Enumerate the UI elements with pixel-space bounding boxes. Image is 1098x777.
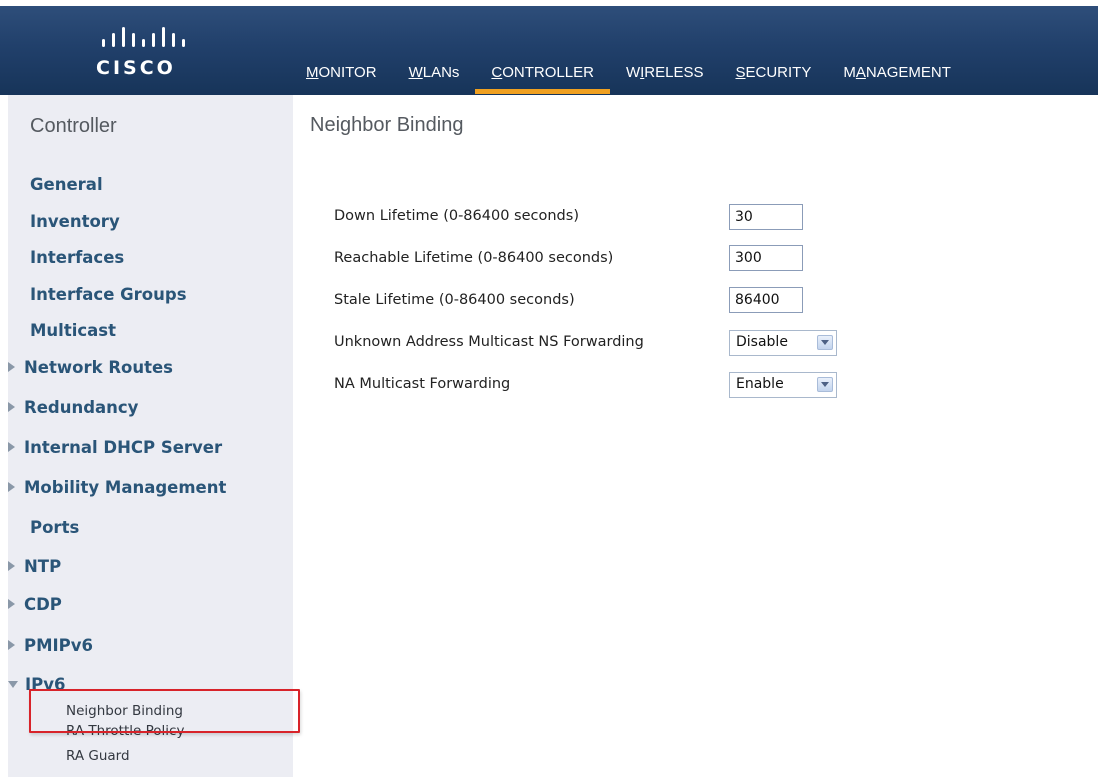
nav-wlans-mnemonic: W [408,64,423,81]
sidebar-subitem-label: RA Guard [66,748,130,764]
cisco-bars-icon [102,27,185,47]
nav-wireless-label-start: W [625,64,641,81]
na-multicast-forwarding-label: NA Multicast Forwarding [334,376,511,392]
nav-wireless-label-end: RELESS [644,64,704,81]
top-header: CISCO MONITOR WLANs CONTROLLER WIRELESS … [0,0,1098,95]
select-value: Disable [736,334,788,350]
sidebar-item-label: Redundancy [24,398,139,417]
sidebar-item-general[interactable]: General [30,175,103,194]
cisco-logo: CISCO [96,25,216,85]
dropdown-arrow-icon[interactable] [817,377,833,392]
sidebar-item-internal-dhcp-server[interactable]: Internal DHCP Server [8,438,222,457]
sidebar-item-redundancy[interactable]: Redundancy [8,398,138,417]
sidebar-item-cdp[interactable]: CDP [8,595,62,614]
sidebar-item-ntp[interactable]: NTP [8,557,61,576]
expand-arrow-icon [8,561,15,571]
sidebar-title: Controller [30,115,117,137]
nav-monitor-label: ONITOR [318,64,377,81]
expand-arrow-icon [8,599,15,609]
sidebar-item-pmipv6[interactable]: PMIPv6 [8,636,93,655]
nav-wireless[interactable]: WIRELESS [626,63,704,93]
sidebar-item-label: Network Routes [24,358,174,377]
unknown-address-multicast-ns-forwarding-label: Unknown Address Multicast NS Forwarding [334,334,644,350]
nav-management[interactable]: MANAGEMENT [843,63,951,93]
select-value: Enable [736,376,784,392]
nav-monitor[interactable]: MONITOR [306,63,377,93]
unknown-address-multicast-ns-forwarding-select[interactable]: Disable [729,330,837,356]
sidebar-item-inventory[interactable]: Inventory [30,212,120,231]
nav-wlans[interactable]: WLANs [409,63,460,93]
nav-security-label: ECURITY [745,64,812,81]
nav-controller-label: ONTROLLER [502,64,594,81]
nav-security[interactable]: SECURITY [736,63,812,93]
collapse-arrow-icon [8,681,18,688]
nav-controller[interactable]: CONTROLLER [475,63,610,94]
sidebar-item-label: Internal DHCP Server [24,438,223,457]
expand-arrow-icon [8,362,15,372]
main-nav: MONITOR WLANs CONTROLLER WIRELESS SECURI… [306,63,951,101]
sidebar-item-label: CDP [24,595,62,614]
nav-controller-mnemonic: C [491,64,503,81]
sidebar-item-mobility-management[interactable]: Mobility Management [8,478,226,497]
nav-management-mnemonic: A [855,64,866,81]
dropdown-arrow-icon[interactable] [817,335,833,350]
nav-management-label-start: M [843,64,856,81]
sidebar-item-ports[interactable]: Ports [30,518,79,537]
expand-arrow-icon [8,640,15,650]
sidebar-item-multicast[interactable]: Multicast [30,321,116,340]
reachable-lifetime-input[interactable] [729,245,803,271]
sidebar: Controller General Inventory Interfaces … [8,95,293,777]
sidebar-item-label: Mobility Management [24,478,227,497]
sidebar-subitem-ra-guard[interactable]: RA Guard [66,748,130,764]
stale-lifetime-input[interactable] [729,287,803,313]
sidebar-item-label: PMIPv6 [24,636,93,655]
sidebar-item-label: Interface Groups [30,285,187,304]
sidebar-item-label: Ports [30,518,80,537]
sidebar-item-label: Inventory [30,212,120,231]
page-title: Neighbor Binding [310,114,464,136]
stale-lifetime-label: Stale Lifetime (0-86400 seconds) [334,292,575,308]
cisco-logo-text: CISCO [96,57,176,79]
expand-arrow-icon [8,442,15,452]
nav-wlans-label: LANs [422,64,460,81]
reachable-lifetime-label: Reachable Lifetime (0-86400 seconds) [334,250,614,266]
na-multicast-forwarding-select[interactable]: Enable [729,372,837,398]
nav-management-label-end: NAGEMENT [865,64,951,81]
sidebar-item-interface-groups[interactable]: Interface Groups [30,285,187,304]
sidebar-item-label: Multicast [30,321,116,340]
nav-security-mnemonic: S [735,64,746,81]
down-lifetime-input[interactable] [729,204,803,230]
expand-arrow-icon [8,402,15,412]
down-lifetime-label: Down Lifetime (0-86400 seconds) [334,208,579,224]
expand-arrow-icon [8,482,15,492]
sidebar-item-label: NTP [24,557,62,576]
highlight-annotation-box [29,689,300,733]
sidebar-item-interfaces[interactable]: Interfaces [30,248,124,267]
nav-monitor-mnemonic: M [306,64,319,81]
sidebar-item-label: General [30,175,103,194]
sidebar-item-label: Interfaces [30,248,125,267]
sidebar-item-network-routes[interactable]: Network Routes [8,358,173,377]
